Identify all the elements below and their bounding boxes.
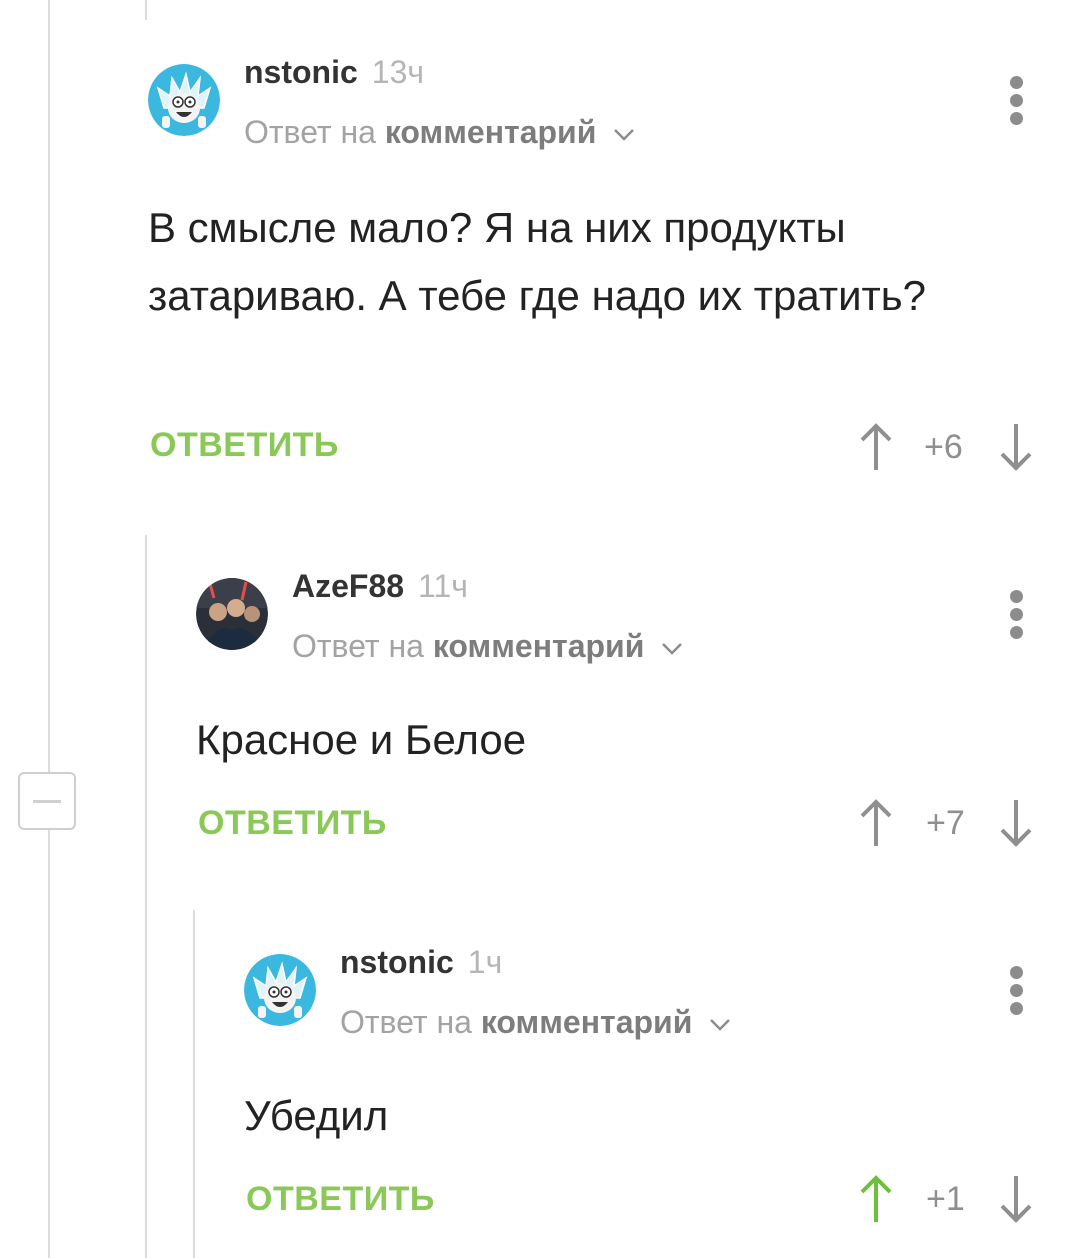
reply-target[interactable]: комментарий — [481, 1004, 693, 1040]
reply-prefix: Ответ на — [340, 1004, 472, 1040]
comment-author[interactable]: nstonic 1ч — [340, 944, 502, 981]
chevron-down-icon[interactable] — [709, 1018, 731, 1032]
more-options-icon[interactable] — [1010, 966, 1024, 1020]
reply-to-link[interactable]: Ответ на комментарий — [340, 1004, 731, 1041]
author-name[interactable]: nstonic — [340, 944, 454, 980]
rick-avatar-icon — [244, 954, 316, 1026]
vote-score: +1 — [926, 1180, 965, 1218]
comment: nstonic 1ч Ответ на комментарий Убедил ОТ… — [0, 0, 1080, 1258]
reply-button[interactable]: ОТВЕТИТЬ — [246, 1180, 435, 1219]
comment-text: Убедил — [244, 1092, 389, 1139]
upvote-arrow-icon[interactable] — [858, 1174, 894, 1224]
comment-time: 1ч — [467, 944, 503, 980]
downvote-arrow-icon[interactable] — [998, 1174, 1034, 1224]
avatar[interactable] — [244, 954, 316, 1026]
